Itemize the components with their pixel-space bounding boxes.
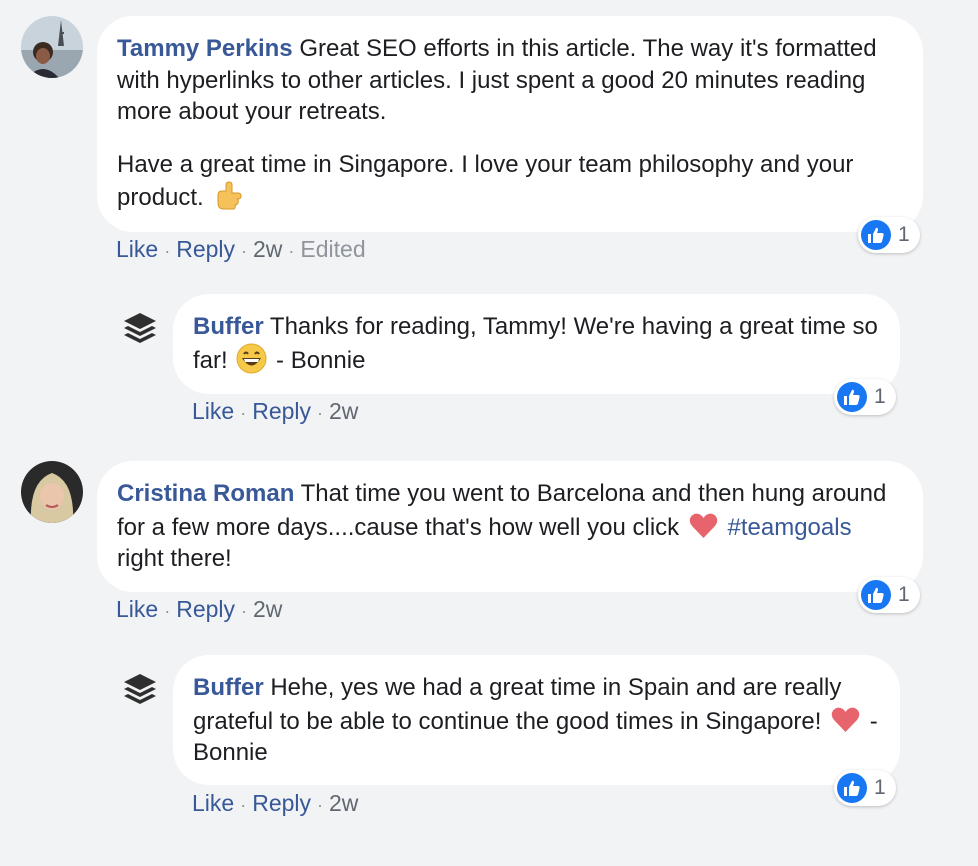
like-reaction-icon	[837, 382, 867, 412]
reply-link[interactable]: Reply	[252, 790, 311, 816]
comment-body: Cristina Roman That time you went to Bar…	[117, 478, 903, 575]
reaction-count: 1	[898, 223, 910, 246]
reply-link[interactable]: Reply	[252, 398, 311, 424]
like-reaction-icon	[861, 220, 891, 250]
separator-dot: ·	[241, 601, 248, 621]
buffer-logo-icon[interactable]	[121, 670, 159, 708]
comment-text: right there!	[117, 545, 232, 572]
separator-dot: ·	[240, 403, 247, 423]
like-link[interactable]: Like	[192, 790, 234, 816]
avatar-cristina-roman[interactable]	[21, 461, 83, 523]
edited-label[interactable]: Edited	[300, 236, 365, 262]
comment-actions: Like · Reply · 2w · Edited	[116, 234, 366, 266]
comment-author[interactable]: Cristina Roman	[117, 480, 294, 507]
separator-dot: ·	[317, 795, 324, 815]
separator-dot: ·	[288, 241, 295, 261]
comment-author[interactable]: Tammy Perkins	[117, 35, 293, 62]
reply-body: Buffer Hehe, yes we had a great time in …	[193, 672, 880, 769]
like-reaction-icon	[837, 773, 867, 803]
reaction-count: 1	[874, 776, 886, 799]
reaction-count: 1	[874, 385, 886, 408]
buffer-logo-icon[interactable]	[121, 309, 159, 347]
heart-emoji	[688, 510, 719, 541]
reaction-count-badge[interactable]: 1	[834, 379, 896, 415]
reply-bubble: Buffer Hehe, yes we had a great time in …	[173, 655, 900, 785]
like-link[interactable]: Like	[116, 596, 158, 622]
separator-dot: ·	[317, 403, 324, 423]
reaction-count-badge[interactable]: 1	[858, 577, 920, 613]
separator-dot: ·	[164, 601, 171, 621]
timestamp[interactable]: 2w	[253, 236, 282, 262]
timestamp[interactable]: 2w	[329, 790, 358, 816]
reaction-count-badge[interactable]: 1	[834, 770, 896, 806]
comment-bubble: Tammy Perkins Great SEO efforts in this …	[97, 16, 923, 232]
comment-actions: Like · Reply · 2w	[116, 594, 282, 626]
comment-body: Have a great time in Singapore. I love y…	[117, 149, 903, 214]
reply-signature: - Bonnie	[276, 346, 366, 374]
pointing-hand-emoji	[212, 180, 243, 211]
reply-author[interactable]: Buffer	[193, 674, 264, 701]
reply-link[interactable]: Reply	[176, 236, 235, 262]
separator-dot: ·	[241, 241, 248, 261]
comment-thread: Tammy Perkins Great SEO efforts in this …	[0, 0, 978, 866]
reply-text: Hehe, yes we had a great time in Spain a…	[193, 674, 842, 735]
reply-body: Buffer Thanks for reading, Tammy! We're …	[193, 311, 880, 376]
reply-actions: Like · Reply · 2w	[192, 788, 358, 820]
grinning-face-emoji	[236, 343, 267, 374]
like-link[interactable]: Like	[192, 398, 234, 424]
reply-bubble: Buffer Thanks for reading, Tammy! We're …	[173, 294, 900, 394]
reaction-count: 1	[898, 583, 910, 606]
reply-author[interactable]: Buffer	[193, 313, 264, 340]
reply-link[interactable]: Reply	[176, 596, 235, 622]
timestamp[interactable]: 2w	[329, 398, 358, 424]
like-link[interactable]: Like	[116, 236, 158, 262]
reply-actions: Like · Reply · 2w	[192, 396, 358, 428]
separator-dot: ·	[240, 795, 247, 815]
timestamp[interactable]: 2w	[253, 596, 282, 622]
reaction-count-badge[interactable]: 1	[858, 217, 920, 253]
like-reaction-icon	[861, 580, 891, 610]
comment-body: Tammy Perkins Great SEO efforts in this …	[117, 33, 903, 128]
heart-emoji	[830, 704, 861, 735]
hashtag-link[interactable]: #teamgoals	[728, 514, 852, 541]
comment-bubble: Cristina Roman That time you went to Bar…	[97, 461, 923, 592]
avatar-tammy-perkins[interactable]	[21, 16, 83, 78]
separator-dot: ·	[164, 241, 171, 261]
